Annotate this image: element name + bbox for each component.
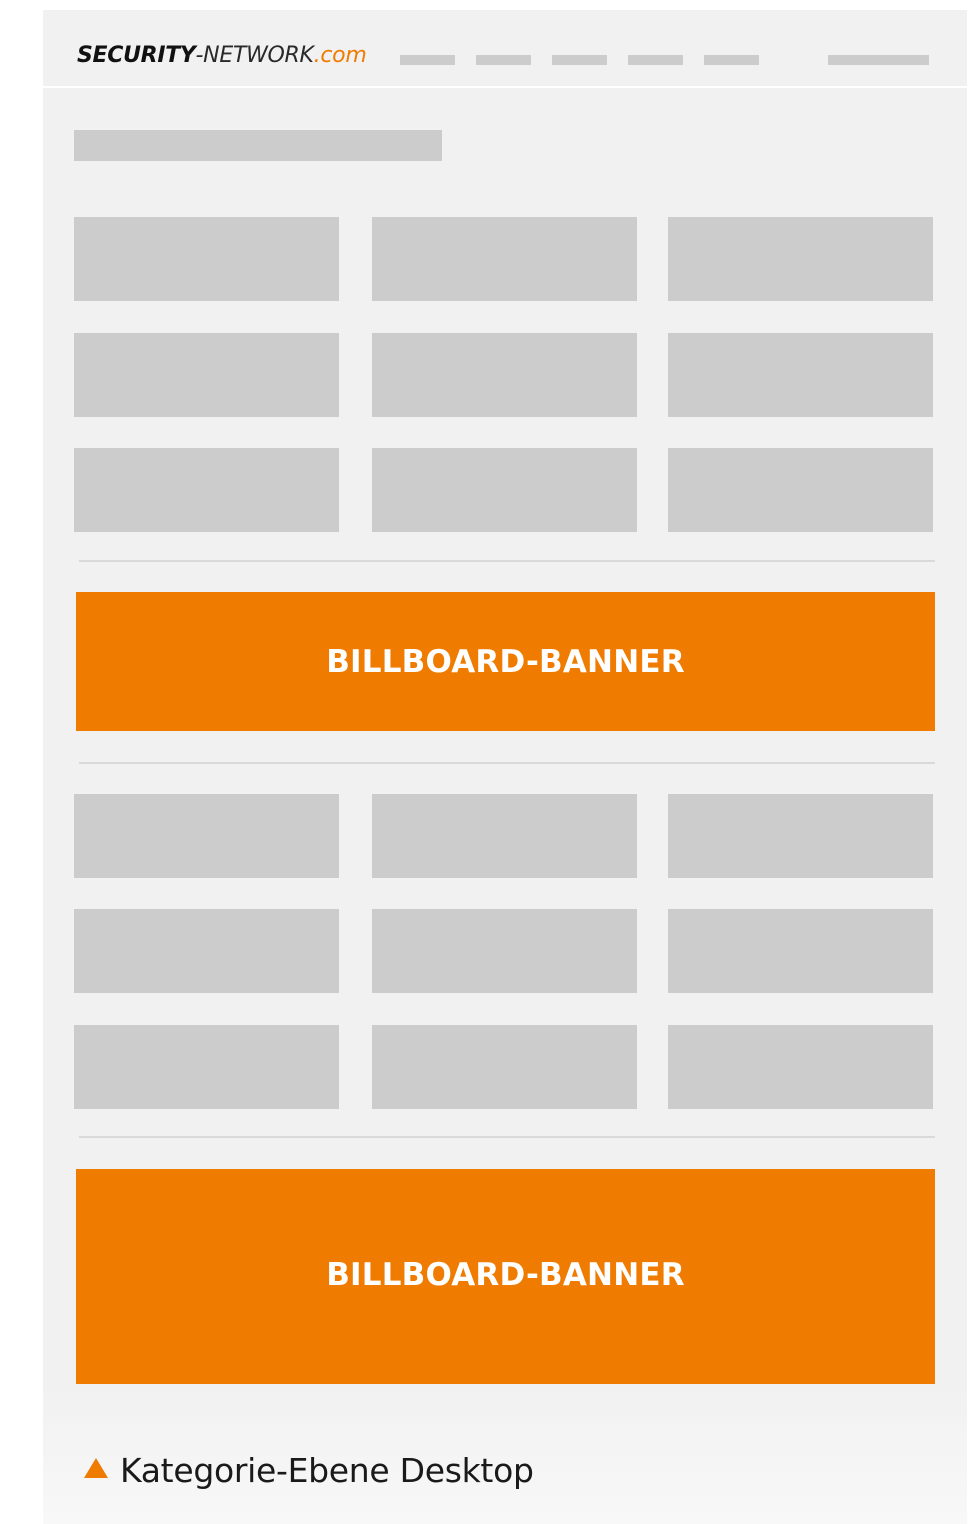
category-title-placeholder: [74, 130, 442, 161]
article-tile-placeholder[interactable]: [668, 333, 933, 417]
article-tile-placeholder[interactable]: [668, 448, 933, 532]
nav-item-placeholder[interactable]: [476, 55, 531, 65]
article-tile-placeholder[interactable]: [74, 794, 339, 878]
banner-label: BILLBOARD-BANNER: [326, 1257, 685, 1293]
section-divider: [79, 1136, 935, 1138]
article-tile-placeholder[interactable]: [668, 909, 933, 993]
nav-item-placeholder[interactable]: [628, 55, 683, 65]
article-tile-placeholder[interactable]: [372, 448, 637, 532]
article-tile-placeholder[interactable]: [74, 909, 339, 993]
article-tile-placeholder[interactable]: [74, 217, 339, 301]
logo-tld: .com: [313, 43, 367, 68]
article-tile-placeholder[interactable]: [668, 217, 933, 301]
nav-item-placeholder[interactable]: [704, 55, 759, 65]
article-tile-placeholder[interactable]: [372, 1025, 637, 1109]
nav-action-placeholder[interactable]: [828, 55, 929, 65]
article-tile-placeholder[interactable]: [74, 448, 339, 532]
billboard-banner[interactable]: BILLBOARD-BANNER: [76, 1169, 935, 1384]
caption-text: Kategorie-Ebene Desktop: [120, 1450, 534, 1490]
article-tile-placeholder[interactable]: [372, 217, 637, 301]
banner-label: BILLBOARD-BANNER: [326, 643, 685, 680]
section-divider: [79, 560, 935, 562]
article-tile-placeholder[interactable]: [668, 1025, 933, 1109]
logo-network: -NETWORK: [195, 43, 314, 68]
article-tile-placeholder[interactable]: [74, 1025, 339, 1109]
article-tile-placeholder[interactable]: [372, 794, 637, 878]
article-tile-placeholder[interactable]: [668, 794, 933, 878]
article-tile-placeholder[interactable]: [372, 909, 637, 993]
article-tile-placeholder[interactable]: [372, 333, 637, 417]
billboard-banner[interactable]: BILLBOARD-BANNER: [76, 592, 935, 731]
section-divider: [79, 762, 935, 764]
site-logo[interactable]: SECURITY-NETWORK.com: [77, 41, 367, 71]
nav-item-placeholder[interactable]: [552, 55, 607, 65]
article-tile-placeholder[interactable]: [74, 333, 339, 417]
figure-caption: Kategorie-Ebene Desktop: [84, 1450, 534, 1490]
logo-brand: SECURITY: [77, 43, 196, 68]
triangle-up-icon: [84, 1458, 108, 1478]
nav-item-placeholder[interactable]: [400, 55, 455, 65]
